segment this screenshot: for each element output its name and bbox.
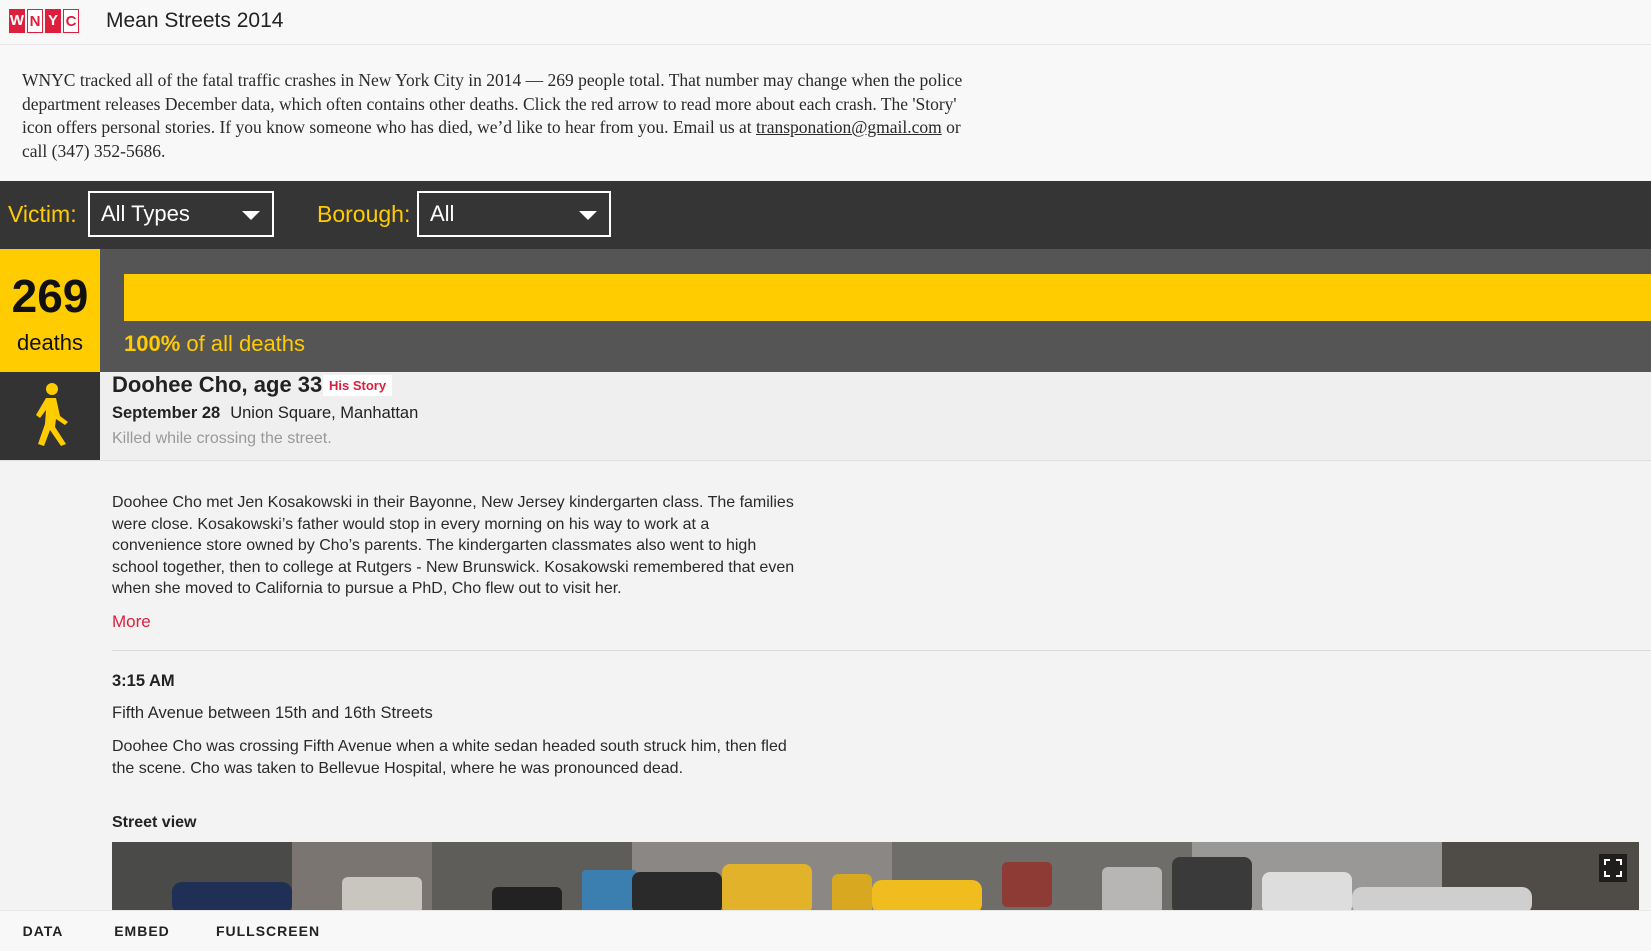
fullscreen-icon [1604,859,1622,877]
intro-text: WNYC tracked all of the fatal traffic cr… [22,69,972,163]
victim-type-icon-box [0,372,100,460]
tab-fullscreen[interactable]: FULLSCREEN [198,911,338,951]
crash-location: Fifth Avenue between 15th and 16th Stree… [112,704,433,722]
wnyc-logo[interactable]: W N Y C [9,9,81,33]
summary-panel: 269 deaths 100% of all deaths [0,249,1651,372]
victim-date-location: September 28 Union Square, Manhattan [112,404,418,423]
victim-location: Union Square, Manhattan [230,404,419,422]
logo-letter: N [27,9,43,33]
death-count-box: 269 deaths [0,249,100,372]
percent-bar [124,274,1651,321]
intro-section: WNYC tracked all of the fatal traffic cr… [0,45,1651,181]
more-link[interactable]: More [112,612,151,632]
email-link[interactable]: transponation@gmail.com [756,117,942,137]
street-view-photo [112,842,1639,914]
percent-label: of all deaths [180,331,306,356]
street-view-label: Street view [112,814,197,831]
footer-bar: DATA EMBED FULLSCREEN [0,910,1651,951]
death-count-label: deaths [16,330,84,355]
page-title: Mean Streets 2014 [106,9,284,32]
borough-filter-label: Borough: [317,201,411,227]
borough-select[interactable]: All [417,191,611,237]
victim-select-value: All Types [101,201,190,226]
victim-header[interactable]: Doohee Cho, age 33 His Story September 2… [0,372,1651,461]
victim-filter-label: Victim: [8,201,77,227]
death-count: 269 [11,270,89,322]
divider [112,650,1651,651]
expand-icon[interactable] [1599,854,1627,882]
percent-text: 100% of all deaths [124,331,305,357]
crash-description: Doohee Cho was crossing Fifth Avenue whe… [112,738,787,777]
percent-value: 100% [124,331,181,356]
tab-embed[interactable]: EMBED [92,911,192,951]
borough-select-value: All [430,201,455,226]
filter-bar: Victim: All Types Borough: All [0,181,1651,249]
top-header: W N Y C Mean Streets 2014 [0,0,1651,45]
tab-data[interactable]: DATA [0,911,86,951]
victim-name: Doohee Cho, age 33 [112,372,323,397]
chevron-down-icon [579,211,597,220]
pedestrian-icon [36,383,68,446]
story-badge[interactable]: His Story [323,375,393,396]
crash-time: 3:15 AM [112,672,175,690]
logo-letter: W [9,9,25,33]
logo-letter: Y [45,9,61,33]
personal-story: Doohee Cho met Jen Kosakowski in their B… [112,494,795,597]
chevron-down-icon [242,211,260,220]
victim-date: September 28 [112,404,221,422]
logo-letter: C [63,9,79,33]
victim-select[interactable]: All Types [88,191,274,237]
victim-summary: Killed while crossing the street. [112,430,332,447]
street-view-image[interactable] [112,842,1639,914]
